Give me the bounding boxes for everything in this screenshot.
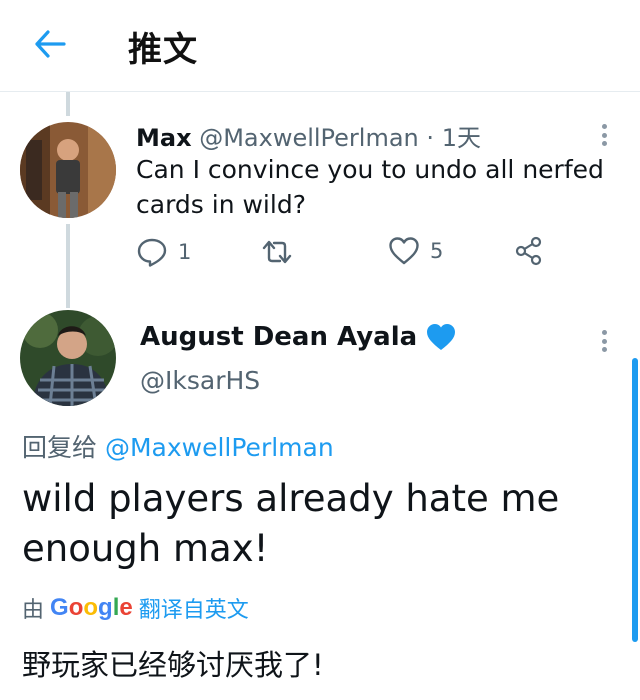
like-button[interactable]: 5 bbox=[388, 236, 443, 266]
thread-line-top bbox=[66, 92, 70, 116]
tweet-actions: 1 5 bbox=[136, 236, 556, 276]
page-title: 推文 bbox=[128, 30, 198, 70]
avatar[interactable] bbox=[20, 122, 116, 218]
author-name[interactable]: Max bbox=[136, 124, 192, 152]
reply-to-prefix: 回复给 bbox=[22, 433, 98, 462]
tweet-text: wild players already hate me enough max! bbox=[22, 477, 560, 570]
more-options-icon[interactable] bbox=[592, 120, 616, 150]
tweet-text: Can I convince you to undo all nerfed ca… bbox=[136, 155, 604, 219]
reply-context: 回复给 @MaxwellPerlman bbox=[22, 428, 334, 464]
share-icon bbox=[515, 236, 542, 266]
google-logo: Google bbox=[50, 594, 133, 621]
translation-by: 由 bbox=[22, 598, 45, 623]
thread-line-bottom bbox=[66, 224, 70, 308]
blue-heart-icon bbox=[427, 324, 456, 350]
translate-link[interactable]: 翻译自英文 bbox=[139, 592, 249, 624]
author-name[interactable]: August Dean Ayala bbox=[140, 322, 457, 352]
separator: · bbox=[426, 124, 435, 152]
reply-button[interactable]: 1 bbox=[136, 236, 191, 268]
tweet-header: Max @MaxwellPerlman · 1天 bbox=[136, 118, 481, 153]
reply-count: 1 bbox=[178, 240, 192, 264]
author-handle[interactable]: @MaxwellPerlman bbox=[199, 124, 419, 152]
reply-to-mention[interactable]: @MaxwellPerlman bbox=[105, 433, 334, 462]
share-button[interactable] bbox=[514, 236, 544, 266]
top-bar: 推文 bbox=[0, 0, 640, 92]
like-count: 5 bbox=[430, 239, 444, 263]
avatar[interactable] bbox=[20, 310, 116, 406]
more-options-icon[interactable] bbox=[592, 326, 616, 356]
back-arrow-icon[interactable] bbox=[28, 26, 72, 62]
heart-icon bbox=[389, 237, 419, 265]
retweet-icon bbox=[262, 240, 292, 264]
author-name-text: August Dean Ayala bbox=[140, 322, 418, 352]
author-handle[interactable]: @IksarHS bbox=[140, 366, 260, 395]
retweet-button[interactable] bbox=[260, 236, 294, 268]
translated-text: 野玩家已经够讨厌我了! bbox=[22, 648, 324, 682]
scrollbar[interactable] bbox=[632, 358, 638, 642]
translation-attribution: 由 Google 翻译自英文 bbox=[22, 592, 249, 624]
timestamp[interactable]: 1天 bbox=[442, 124, 481, 152]
reply-icon bbox=[137, 238, 167, 267]
